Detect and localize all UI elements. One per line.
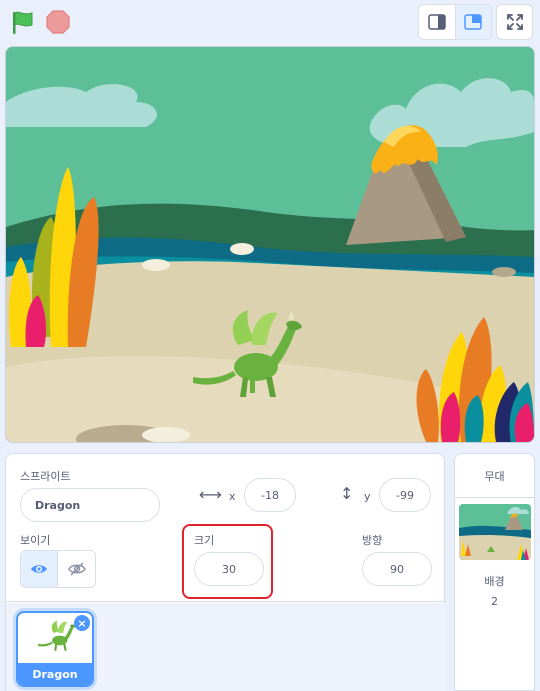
eye-slash-icon xyxy=(67,562,86,576)
backdrop-count: 2 xyxy=(491,595,498,608)
x-axis-icon: ⟷ xyxy=(199,485,222,504)
sprite-info-panel: 스프라이트 Dragon ⟷ x -18 ↕ y -99 보이기 크기 30 방… xyxy=(5,453,446,691)
stop-icon xyxy=(46,10,70,34)
normal-stage-icon xyxy=(464,14,483,30)
small-stage-button[interactable] xyxy=(419,5,455,39)
green-flag-button[interactable] xyxy=(8,8,38,38)
stage-target-panel[interactable]: 무대 배경 2 xyxy=(454,453,535,691)
stage-title: 무대 xyxy=(455,454,534,498)
backdrop-label: 배경 xyxy=(484,575,505,588)
normal-stage-button[interactable] xyxy=(454,5,491,39)
sprite-list: × Dragon xyxy=(6,603,446,691)
dragon-thumbnail-image xyxy=(38,620,76,651)
show-sprite-button[interactable] xyxy=(21,551,59,587)
size-highlight-box xyxy=(182,524,273,599)
y-label: y xyxy=(364,490,371,503)
small-stage-icon xyxy=(428,14,446,30)
y-axis-icon: ↕ xyxy=(340,484,354,503)
fullscreen-icon xyxy=(506,14,523,30)
hide-sprite-button[interactable] xyxy=(58,551,95,587)
stop-button[interactable] xyxy=(44,8,72,36)
stage-canvas[interactable] xyxy=(5,46,535,443)
sprite-section-label: 스프라이트 xyxy=(20,470,71,483)
eye-icon xyxy=(31,565,47,573)
sprite-name-input[interactable]: Dragon xyxy=(20,488,160,522)
fullscreen-button[interactable] xyxy=(496,4,533,40)
delete-sprite-button[interactable]: × xyxy=(74,615,90,631)
visibility-toggle xyxy=(20,550,96,588)
sprite-thumbnail-dragon[interactable]: × Dragon xyxy=(16,611,94,687)
show-label: 보이기 xyxy=(20,534,51,547)
direction-label: 방향 xyxy=(362,534,383,547)
x-position-input[interactable]: -18 xyxy=(244,478,296,512)
direction-input[interactable]: 90 xyxy=(362,552,432,586)
stage-size-toggle xyxy=(418,4,492,40)
sprite-properties: 스프라이트 Dragon ⟷ x -18 ↕ y -99 보이기 크기 30 방… xyxy=(6,454,446,602)
backdrop-thumbnail[interactable] xyxy=(459,504,531,560)
sprite-thumbnail-label: Dragon xyxy=(18,663,92,685)
y-position-input[interactable]: -99 xyxy=(379,478,431,512)
x-label: x xyxy=(229,490,236,503)
close-icon: × xyxy=(77,616,87,630)
backdrop-thumbnail-image xyxy=(459,504,531,560)
green-flag-icon xyxy=(13,11,33,34)
dragon-sprite[interactable] xyxy=(188,305,308,415)
stage-header xyxy=(0,0,540,44)
